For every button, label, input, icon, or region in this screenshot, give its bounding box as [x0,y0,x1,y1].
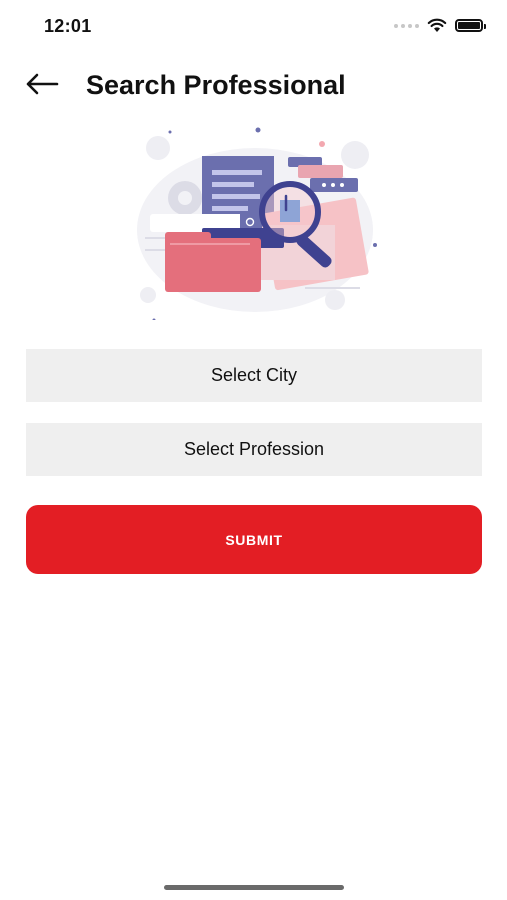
arrow-left-icon [26,73,59,95]
search-illustration [137,127,377,320]
submit-label: SUBMIT [225,531,283,548]
select-city-field[interactable]: Select City [26,349,482,402]
select-profession-field[interactable]: Select Profession [26,423,482,476]
status-time: 12:01 [44,16,92,36]
submit-button[interactable]: SUBMIT [26,505,482,574]
battery-icon [455,19,486,32]
status-icons [394,18,486,33]
home-indicator [164,885,344,890]
wifi-icon [427,18,447,32]
header: Search Professional [0,60,507,110]
status-bar: 12:01 [0,0,507,50]
signal-icon [394,23,419,28]
back-button[interactable] [20,66,64,102]
page-title: Search Professional [86,70,346,100]
